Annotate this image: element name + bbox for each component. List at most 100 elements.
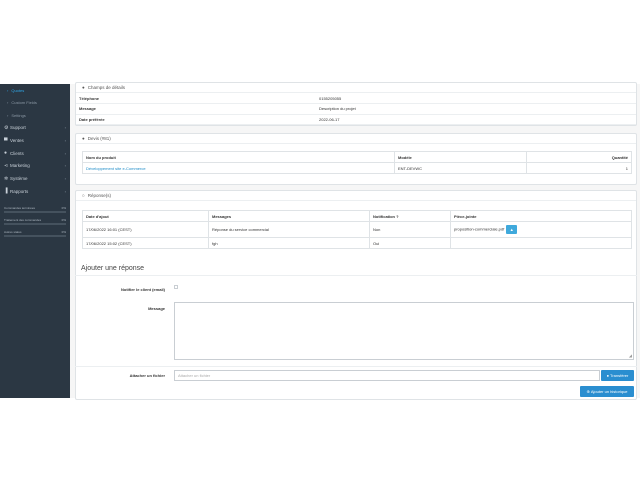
message-cell: Réponse du service commercial — [208, 221, 370, 238]
sidebar-item-ventes[interactable]: ▀ Ventes › — [0, 134, 70, 147]
plus-circle-icon: ⊕ — [586, 389, 590, 394]
divider — [75, 275, 637, 276]
column-header: Messages — [208, 210, 370, 222]
sidebar-item-label: Support — [10, 125, 26, 131]
chevron-right-icon: › — [64, 125, 66, 131]
detail-key: Date préférée — [76, 114, 316, 125]
sidebar-item-rapports[interactable]: ▐ Rapports › — [0, 185, 70, 198]
table-row: Date préférée 2022-06-17 — [76, 114, 636, 125]
message-label: Message — [148, 306, 165, 311]
details-panel: ● Champs de détails Téléphone 0155205055 … — [75, 82, 637, 126]
notify-checkbox[interactable] — [174, 285, 178, 289]
qty-cell: 1 — [526, 162, 632, 174]
table-row: Téléphone 0155205055 — [76, 93, 636, 104]
progress-row: Autres status 0% — [0, 230, 70, 237]
chevron-right-icon: › — [64, 163, 66, 169]
panel-title: Réponse(s) — [87, 193, 111, 198]
app-shell: › Quotes › Custom Fields › Settings ⚙ Su… — [0, 82, 640, 400]
details-table: Téléphone 0155205055 Message Description d… — [76, 93, 636, 125]
bullet-icon: › — [7, 112, 9, 118]
devis-table: Nom du produit Modèle Quantité Développe… — [82, 151, 632, 174]
sidebar-item-label: Custom Fields — [11, 100, 37, 106]
sidebar-item-support[interactable]: ⚙ Support › — [0, 122, 70, 135]
download-button[interactable]: ▲ — [506, 225, 518, 234]
sidebar-item-label: Ventes — [10, 138, 24, 144]
chevron-right-icon: › — [64, 188, 66, 194]
detail-key: Téléphone — [76, 93, 316, 104]
date-cell: 17/06/2022 15:02 (CEST) — [82, 237, 209, 249]
progress-label: Autres status — [4, 229, 22, 234]
sidebar-item-label: Rapports — [10, 188, 29, 194]
date-cell: 17/06/2022 16:01 (CEST) — [82, 221, 209, 238]
sidebar-item-settings[interactable]: › Settings — [0, 109, 70, 122]
reply-section-title: Ajouter une réponse — [81, 265, 145, 272]
attachment-filename: proposition-commerciale.pdf — [454, 226, 505, 232]
sidebar-item-systeme[interactable]: ✲ Système › — [0, 172, 70, 185]
panel-heading: ● Champs de détails — [76, 83, 636, 93]
progress-row: Commandes terminées 0% — [0, 206, 70, 213]
sidebar-item-label: Quotes — [11, 87, 25, 93]
file-input[interactable]: Attacher un fichier — [174, 370, 600, 381]
progress-value: 0% — [61, 217, 66, 222]
progress-label: Commandes terminées — [4, 205, 36, 210]
product-link[interactable]: Développement site e-Commerce — [82, 162, 395, 174]
detail-value: 0155205055 — [316, 93, 636, 104]
model-cell: ENT-DEVWC — [394, 162, 527, 174]
progress-bar — [4, 234, 66, 237]
progress-row: Traitement des commandes 0% — [0, 218, 70, 225]
sidebar-item-label: Marketing — [10, 163, 30, 169]
message-textarea[interactable]: ◢ — [174, 302, 634, 360]
notification-cell: Non — [369, 221, 451, 238]
table-header-row: Nom du produit Modèle Quantité — [82, 151, 632, 163]
progress-value: 0% — [61, 205, 66, 210]
devis-panel: ● Devis (#81) Nom du produit Modèle Quan… — [75, 133, 637, 185]
attach-label: Attacher un fichier — [129, 373, 165, 378]
notification-cell: Oui — [369, 237, 451, 249]
add-history-label: Ajouter un historique — [590, 389, 628, 394]
table-row: 17/06/2022 16:01 (CEST) Réponse du servi… — [82, 221, 632, 238]
panel-title: Champs de détails — [87, 85, 125, 90]
user-icon: ● — [606, 373, 610, 378]
detail-value: 2022-06-17 — [316, 114, 636, 125]
attachment-cell: proposition-commerciale.pdf ▲ — [450, 221, 632, 238]
comment-icon: ○ — [82, 193, 85, 198]
table-row: Développement site e-Commerce ENT-DEVWC … — [82, 162, 632, 174]
sidebar-item-clients[interactable]: ● Clients › — [0, 147, 70, 160]
divider — [75, 366, 637, 367]
responses-panel: ○ Réponse(s) Date d'ajout Messages Notif… — [75, 190, 637, 400]
detail-key: Message — [76, 103, 316, 115]
sidebar-item-custom-fields[interactable]: › Custom Fields — [0, 97, 70, 110]
panel-title: Devis (#81) — [87, 136, 111, 141]
panel-heading: ○ Réponse(s) — [76, 191, 636, 201]
table-row: 17/06/2022 15:02 (CEST) fgh Oui — [82, 237, 632, 249]
column-header: Pièce-jointe — [450, 210, 632, 222]
info-icon: ● — [82, 136, 85, 141]
chevron-right-icon: › — [64, 138, 66, 144]
order-status-progress: Commandes terminées 0% Traitement des com… — [0, 206, 70, 237]
sidebar-item-marketing[interactable]: ⋖ Marketing › — [0, 160, 70, 173]
notify-label: Notifier le client (email) — [120, 287, 165, 292]
sidebar-item-quotes[interactable]: › Quotes — [0, 84, 70, 97]
upload-button-label: Transférer — [610, 373, 629, 378]
table-header-row: Date d'ajout Messages Notification ? Piè… — [82, 210, 632, 222]
user-icon: ● — [82, 85, 85, 90]
progress-label: Traitement des commandes — [4, 217, 42, 222]
progress-bar — [4, 210, 66, 213]
add-history-button[interactable]: ⊕ Ajouter un historique — [580, 386, 634, 397]
column-header: Modèle — [394, 151, 527, 163]
detail-value: Description du projet — [316, 103, 636, 115]
panel-heading: ● Devis (#81) — [76, 134, 636, 144]
upload-button[interactable]: ● Transférer — [601, 370, 634, 381]
sidebar-item-label: Clients — [10, 150, 24, 156]
column-header: Notification ? — [369, 210, 451, 222]
column-header: Nom du produit — [82, 151, 395, 163]
file-placeholder: Attacher un fichier — [178, 373, 211, 378]
column-header: Date d'ajout — [82, 210, 209, 222]
resize-handle-icon[interactable]: ◢ — [629, 353, 632, 358]
chevron-right-icon: › — [64, 176, 66, 182]
table-row: Message Description du projet — [76, 103, 636, 115]
sidebar-item-label: Settings — [11, 112, 26, 118]
responses-table: Date d'ajout Messages Notification ? Piè… — [82, 210, 632, 249]
message-cell: fgh — [208, 237, 370, 249]
sidebar-item-label: Système — [10, 176, 28, 182]
